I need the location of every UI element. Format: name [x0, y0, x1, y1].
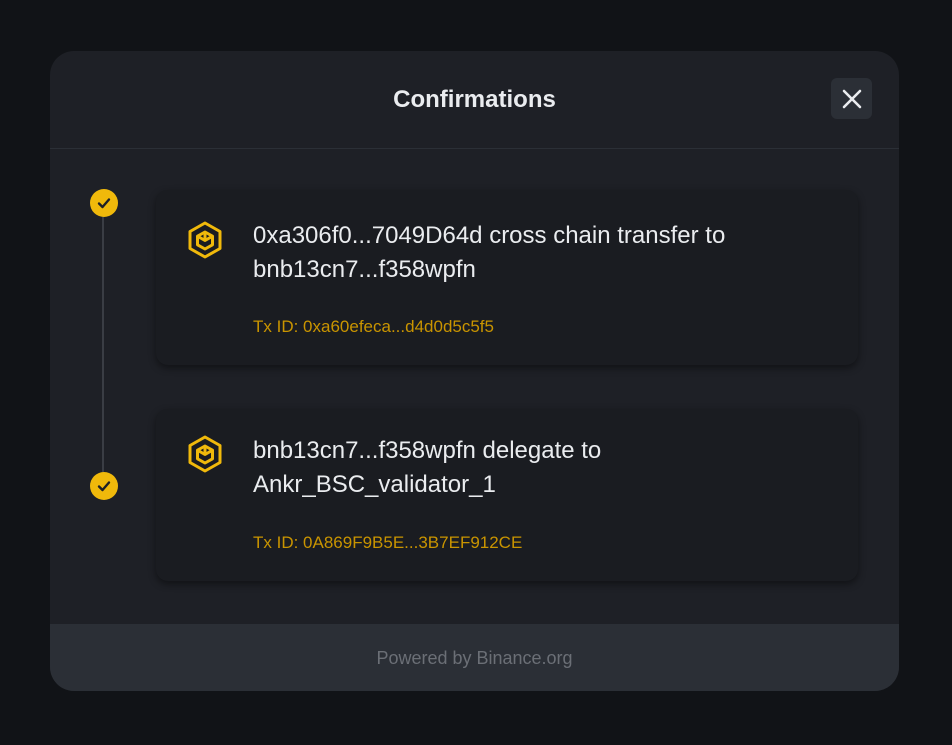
confirmations-modal: Confirmations 0xa306f0...7049D64d cross … [50, 51, 899, 691]
modal-footer: Powered by Binance.org [50, 624, 899, 691]
modal-header: Confirmations [50, 51, 899, 149]
tx-id-link[interactable]: Tx ID: 0xa60efeca...d4d0d5c5f5 [253, 316, 494, 338]
bnb-chain-icon [188, 221, 222, 259]
timeline-line [102, 214, 104, 486]
close-icon [842, 89, 861, 108]
modal-title: Confirmations [393, 86, 556, 113]
close-button[interactable] [831, 78, 872, 119]
confirmation-card: bnb13cn7...f358wpfn delegate to Ankr_BSC… [156, 409, 858, 581]
transaction-description: 0xa306f0...7049D64d cross chain transfer… [253, 222, 726, 283]
bnb-chain-icon [188, 435, 222, 473]
powered-by-text: Powered by Binance.org [376, 648, 573, 668]
confirmed-check-icon [90, 189, 118, 217]
tx-id-link[interactable]: Tx ID: 0A869F9B5E...3B7EF912CE [253, 532, 522, 554]
confirmation-card: 0xa306f0...7049D64d cross chain transfer… [156, 190, 858, 365]
transaction-description: bnb13cn7...f358wpfn delegate to Ankr_BSC… [253, 437, 602, 498]
confirmed-check-icon [90, 472, 118, 500]
